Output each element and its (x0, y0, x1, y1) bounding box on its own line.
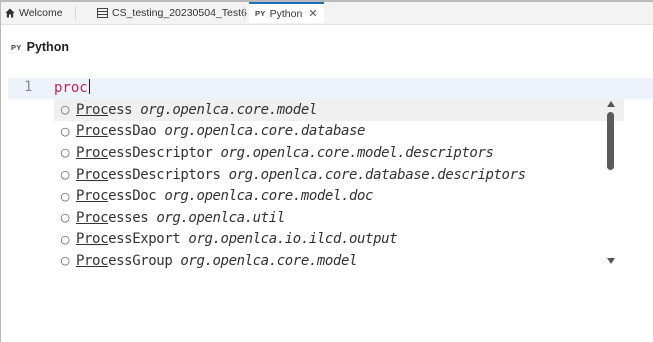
bullet-icon: ○ (60, 254, 70, 268)
completion-item[interactable]: ○ Proc essDescriptors org.openlca.core.dat… (54, 164, 624, 186)
completion-rest: esses (108, 209, 149, 226)
completion-rest: essExport (108, 231, 181, 248)
completion-match: Proc (76, 231, 109, 248)
completion-item[interactable]: ○ Proc essDao org.openlca.core.database (54, 121, 624, 143)
bullet-icon: ○ (60, 211, 70, 225)
completion-match: Proc (76, 252, 109, 268)
text-caret (88, 79, 90, 94)
completion-match: Proc (76, 188, 109, 205)
python-badge-icon: PY (255, 9, 266, 18)
code-text: proc (54, 80, 88, 96)
tab-label: CS_testing_20230504_Test6 (112, 7, 247, 19)
completion-rest: essGroup (108, 252, 173, 268)
completion-match: Proc (76, 101, 109, 118)
completion-match: Proc (76, 209, 109, 226)
completion-package: org.openlca.core.model.doc (164, 188, 374, 205)
completion-package: org.openlca.core.model (180, 252, 358, 268)
tab-cs-testing[interactable]: CS_testing_20230504_Test6 (97, 2, 247, 24)
completion-package: org.openlca.core.model (140, 101, 317, 118)
bullet-icon: ○ (60, 146, 70, 160)
home-icon (5, 8, 15, 18)
scrollbar-thumb[interactable] (607, 112, 614, 170)
completion-match: Proc (76, 123, 109, 140)
code-line[interactable]: proc (54, 79, 90, 96)
completion-item[interactable]: ○ Proc essExport org.openlca.io.ilcd.outpu… (54, 229, 624, 251)
table-icon (97, 8, 108, 18)
completion-item[interactable]: ○ Proc essDoc org.openlca.core.model.doc (54, 185, 624, 207)
completion-item[interactable]: ○ Proc essDescriptor org.openlca.core.mode… (54, 142, 624, 164)
completion-item[interactable]: ○ Proc ess org.openlca.core.model (54, 99, 624, 121)
tab-welcome[interactable]: Welcome (5, 2, 63, 24)
completion-match: Proc (76, 144, 109, 161)
completion-rest: essDescriptors (108, 166, 221, 183)
scroll-down-arrow-icon[interactable] (607, 258, 615, 264)
current-line-highlight (8, 78, 653, 99)
python-badge-icon: PY (11, 42, 22, 52)
bullet-icon: ○ (60, 103, 70, 117)
completion-match: Proc (76, 166, 109, 183)
window-left-border (0, 0, 1, 342)
completion-rest: essDoc (108, 188, 157, 205)
completion-rest: essDescriptor (108, 144, 213, 161)
completion-rest: essDao (108, 123, 157, 140)
bullet-icon: ○ (60, 232, 70, 246)
editor-tab-bar: Welcome CS_testing_20230504_Test6 PY Pyt… (1, 2, 653, 25)
page-title: Python (26, 40, 69, 54)
completion-item[interactable]: ○ Proc essGroup org.openlca.core.model (54, 250, 624, 268)
completion-package: org.openlca.core.database.descriptors (228, 166, 526, 183)
tab-python[interactable]: PY Python ✕ (249, 2, 324, 23)
completion-package: org.openlca.io.ilcd.output (188, 231, 398, 248)
bullet-icon: ○ (60, 189, 70, 203)
tab-label: Welcome (19, 7, 63, 19)
line-number: 1 (24, 79, 33, 95)
scroll-up-arrow-icon[interactable] (607, 101, 615, 107)
completion-rest: ess (108, 101, 133, 118)
tab-separator (244, 6, 245, 20)
autocomplete-popup[interactable]: ○ Proc ess org.openlca.core.model ○ Proc ess… (54, 99, 624, 268)
completion-package: org.openlca.core.model.descriptors (220, 144, 494, 161)
completion-item[interactable]: ○ Proc esses org.openlca.util (54, 207, 624, 229)
close-icon[interactable]: ✕ (308, 7, 317, 20)
tab-label: Python (269, 7, 303, 20)
bullet-icon: ○ (60, 124, 70, 138)
editor-title: PY Python (11, 40, 69, 54)
bullet-icon: ○ (60, 168, 70, 182)
completion-package: org.openlca.util (156, 209, 285, 226)
completion-package: org.openlca.core.database (164, 123, 366, 140)
tab-separator (75, 6, 76, 20)
